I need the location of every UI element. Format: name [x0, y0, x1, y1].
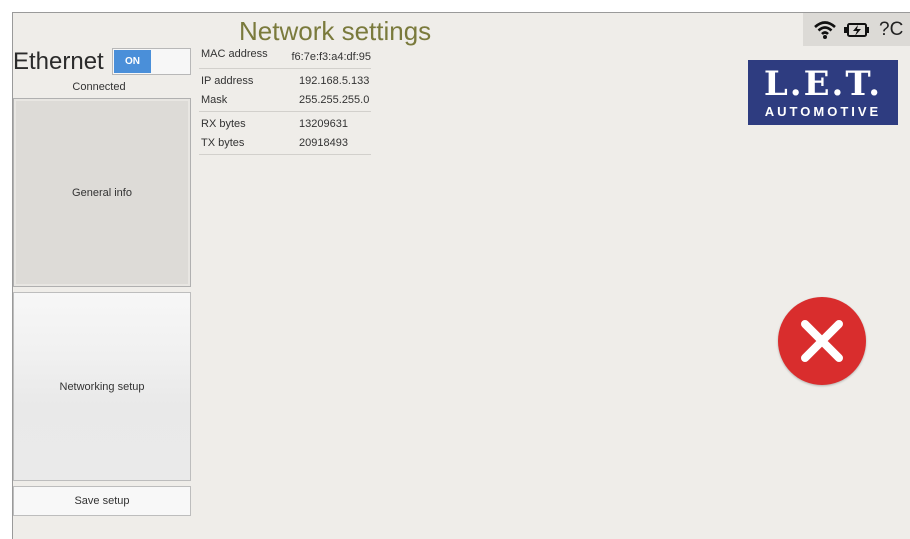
ethernet-label: Ethernet [13, 48, 104, 75]
info-row-mask: Mask 255.255.255.0 [199, 90, 371, 109]
info-row-ip: IP address 192.168.5.133 [199, 71, 371, 90]
rx-value: 13209631 [299, 117, 348, 130]
mask-label: Mask [201, 93, 228, 106]
status-bar: ?C [803, 13, 910, 46]
app-screen: Network settings ?C Ethernet ON Connecte… [12, 12, 910, 539]
network-info-table: MAC address f6:7e:f3:a4:df:95 IP address… [199, 47, 371, 157]
info-row-rx: RX bytes 13209631 [199, 114, 371, 133]
general-info-button[interactable]: General info [13, 98, 191, 287]
mac-label: MAC address [201, 48, 268, 60]
help-icon[interactable]: ?C [879, 19, 903, 41]
close-button[interactable] [778, 297, 866, 385]
ip-label: IP address [201, 74, 254, 87]
close-icon [801, 320, 843, 362]
logo-text: L.E.T. [763, 64, 883, 104]
logo-subtext: AUTOMOTIVE [764, 104, 882, 119]
company-logo: L.E.T. AUTOMOTIVE [748, 60, 898, 125]
ip-value: 192.168.5.133 [299, 74, 370, 87]
battery-charging-icon [844, 21, 872, 39]
ethernet-toggle[interactable]: ON [112, 48, 191, 75]
connection-status: Connected [72, 81, 126, 93]
mac-value: f6:7e:f3:a4:df:95 [291, 50, 371, 63]
page-title: Network settings [239, 16, 432, 46]
divider [199, 154, 371, 155]
info-row-tx: TX bytes 20918493 [199, 133, 371, 152]
tx-value: 20918493 [299, 136, 348, 149]
wifi-icon [813, 20, 837, 40]
toggle-on-label: ON [114, 50, 151, 73]
mask-value: 255.255.255.0 [299, 93, 370, 106]
save-setup-button[interactable]: Save setup [13, 486, 191, 516]
info-row-mac: MAC address f6:7e:f3:a4:df:95 [199, 47, 371, 66]
tx-label: TX bytes [201, 136, 245, 149]
networking-setup-button[interactable]: Networking setup [13, 292, 191, 481]
rx-label: RX bytes [201, 117, 246, 130]
divider [199, 111, 371, 112]
divider [199, 68, 371, 69]
